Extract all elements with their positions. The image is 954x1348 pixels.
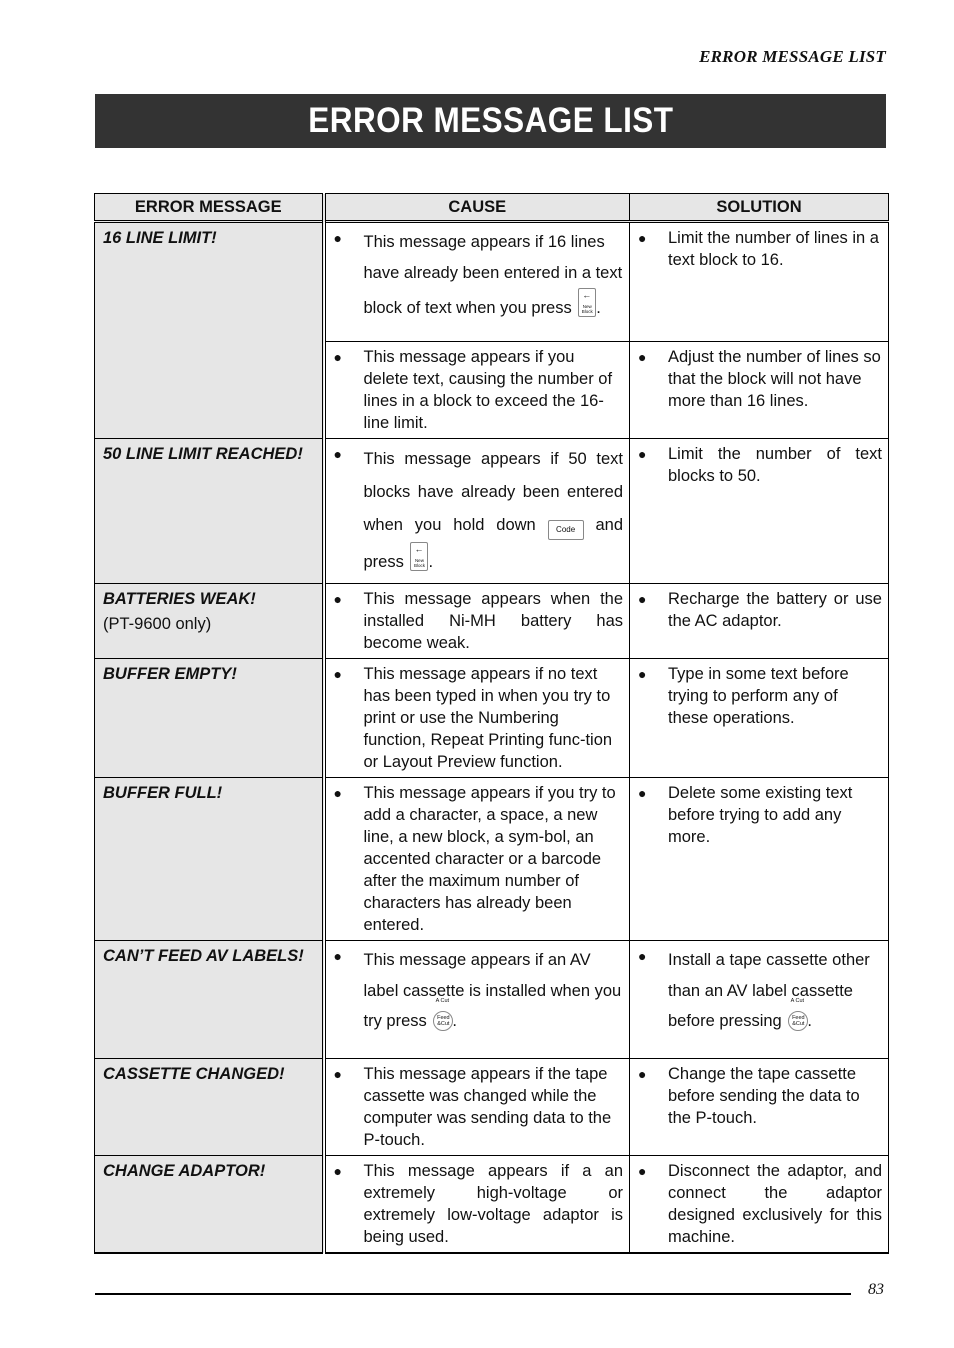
error-message-cell: BUFFER EMPTY! — [94, 658, 326, 778]
cause-cell: ● This message appears if a an extremely… — [323, 1155, 630, 1254]
cause-text: This message appears if no text has been… — [363, 665, 613, 771]
header-error-message: ERROR MESSAGE — [94, 193, 326, 223]
cause-cell: ● This message appears if no text has be… — [323, 658, 630, 778]
title-banner: ERROR MESSAGE LIST — [95, 94, 886, 148]
bullet-icon: ● — [638, 1163, 647, 1179]
bullet-icon: ● — [638, 948, 647, 964]
solution-cell: ● Limit the number of lines in a text bl… — [629, 221, 889, 342]
error-message: CHANGE ADAPTOR! — [103, 1162, 266, 1180]
bullet-icon: ● — [638, 230, 647, 246]
error-message: BATTERIES WEAK! — [103, 590, 256, 608]
table-row: BUFFER FULL! ● This message appears if y… — [94, 777, 889, 941]
cause-text: This message appears if 16 lines have al… — [363, 233, 623, 317]
cause-text: This message appears if a an extremely h… — [363, 1162, 624, 1246]
bullet-icon: ● — [638, 785, 647, 801]
error-message: 16 LINE LIMIT! — [103, 229, 217, 247]
error-message: 50 LINE LIMIT REACHED! — [103, 445, 303, 463]
solution-text: Change the tape cassette before sending … — [668, 1065, 860, 1127]
solution-text: Adjust the number of lines so that the b… — [668, 348, 881, 410]
error-message-table: ERROR MESSAGE CAUSE SOLUTION 16 LINE LIM… — [94, 193, 889, 1254]
bullet-icon: ● — [333, 666, 342, 682]
error-message: CASSETTE CHANGED! — [103, 1065, 285, 1083]
bullet-icon: ● — [333, 230, 342, 246]
table-row: CASSETTE CHANGED! ● This message appears… — [94, 1058, 889, 1156]
solution-text: Disconnect the adaptor, and connect the … — [668, 1162, 882, 1246]
cause-cell: ● This message appears when the installe… — [323, 583, 630, 659]
solution-text: Type in some text before trying to perfo… — [668, 665, 849, 727]
error-message-cell: CAN’T FEED AV LABELS! — [94, 940, 326, 1059]
bullet-icon: ● — [638, 666, 647, 682]
error-message: CAN’T FEED AV LABELS! — [103, 947, 304, 965]
cause-text: This message appears when the installed … — [363, 590, 624, 652]
error-message: BUFFER FULL! — [103, 784, 223, 802]
cause-cell: ● This message appears if an AV label ca… — [323, 940, 630, 1059]
page-title: ERROR MESSAGE LIST — [307, 101, 674, 140]
feed-cut-key-icon: A Cut Feed &Cut — [432, 998, 454, 1031]
model-note: (PT-9600 only) — [103, 615, 212, 633]
cause-text: This message appears if an AV label cass… — [363, 951, 622, 1031]
bullet-icon: ● — [333, 1066, 342, 1082]
cause-cell: ● This message appears if you try to add… — [323, 777, 630, 941]
bullet-icon: ● — [333, 349, 342, 365]
error-message-cell: CASSETTE CHANGED! — [94, 1058, 326, 1156]
table-row: 50 LINE LIMIT REACHED! ● This message ap… — [94, 438, 889, 584]
bullet-icon: ● — [333, 948, 342, 964]
bullet-icon: ● — [638, 591, 647, 607]
solution-cell: ● Delete some existing text before tryin… — [629, 777, 889, 941]
new-block-key-icon: ← New Block — [578, 288, 597, 317]
table-row: CHANGE ADAPTOR! ● This message appears i… — [94, 1155, 889, 1254]
solution-cell: ● Adjust the number of lines so that the… — [629, 341, 889, 439]
footer-rule — [95, 1293, 851, 1295]
solution-text: Delete some existing text before trying … — [668, 784, 853, 846]
error-message-cell: CHANGE ADAPTOR! — [94, 1155, 326, 1254]
cause-text: This message appears if the tape cassett… — [363, 1065, 612, 1149]
solution-cell: ● Change the tape cassette before sendin… — [629, 1058, 889, 1156]
solution-text: Limit the number of lines in a text bloc… — [668, 229, 879, 269]
solution-text: Limit the number of text blocks to 50. — [668, 445, 882, 485]
bullet-icon: ● — [333, 591, 342, 607]
cause-cell: ● This message appears if 16 lines have … — [323, 221, 630, 342]
table-row: 16 LINE LIMIT! ● This message appears if… — [94, 221, 889, 439]
bullet-icon: ● — [638, 1066, 647, 1082]
cause-cell: ● This message appears if you delete tex… — [323, 341, 630, 439]
error-message-cell: 16 LINE LIMIT! — [94, 221, 326, 439]
code-key-icon: Code — [547, 520, 584, 540]
table-header-row: ERROR MESSAGE CAUSE SOLUTION — [94, 193, 889, 223]
error-message-cell: BATTERIES WEAK! (PT-9600 only) — [94, 583, 326, 659]
bullet-icon: ● — [333, 785, 342, 801]
header-cause: CAUSE — [323, 193, 630, 223]
header-solution: SOLUTION — [629, 193, 889, 223]
cause-text: This message appears if 50 text blocks h… — [363, 450, 623, 571]
solution-text: Recharge the battery or use the AC adapt… — [668, 590, 882, 630]
running-head: ERROR MESSAGE LIST — [699, 47, 886, 66]
error-message-cell: 50 LINE LIMIT REACHED! — [94, 438, 326, 584]
bullet-icon: ● — [638, 446, 647, 462]
bullet-icon: ● — [638, 349, 647, 365]
table-row: BATTERIES WEAK! (PT-9600 only) ● This me… — [94, 583, 889, 659]
page-number: 83 — [868, 1281, 884, 1298]
cause-text: This message appears if you try to add a… — [363, 784, 616, 934]
solution-cell: ● Recharge the battery or use the AC ada… — [629, 583, 889, 659]
solution-cell: ● Install a tape cassette other than an … — [629, 940, 889, 1059]
cause-cell: ● This message appears if the tape casse… — [323, 1058, 630, 1156]
solution-cell: ● Limit the number of text blocks to 50. — [629, 438, 889, 584]
solution-cell: ● Disconnect the adaptor, and connect th… — [629, 1155, 889, 1254]
error-message: BUFFER EMPTY! — [103, 665, 237, 683]
table-row: CAN’T FEED AV LABELS! ● This message app… — [94, 940, 889, 1059]
solution-text: Install a tape cassette other than an AV… — [668, 951, 870, 1031]
table-row: BUFFER EMPTY! ● This message appears if … — [94, 658, 889, 778]
cause-cell: ● This message appears if 50 text blocks… — [323, 438, 630, 584]
bullet-icon: ● — [333, 1163, 342, 1179]
new-block-key-icon: ← New Block — [410, 542, 429, 571]
solution-cell: ● Type in some text before trying to per… — [629, 658, 889, 778]
feed-cut-key-icon: A Cut Feed &Cut — [787, 998, 809, 1031]
bullet-icon: ● — [333, 446, 342, 462]
cause-text: This message appears if you delete text,… — [363, 348, 613, 432]
error-message-cell: BUFFER FULL! — [94, 777, 326, 941]
